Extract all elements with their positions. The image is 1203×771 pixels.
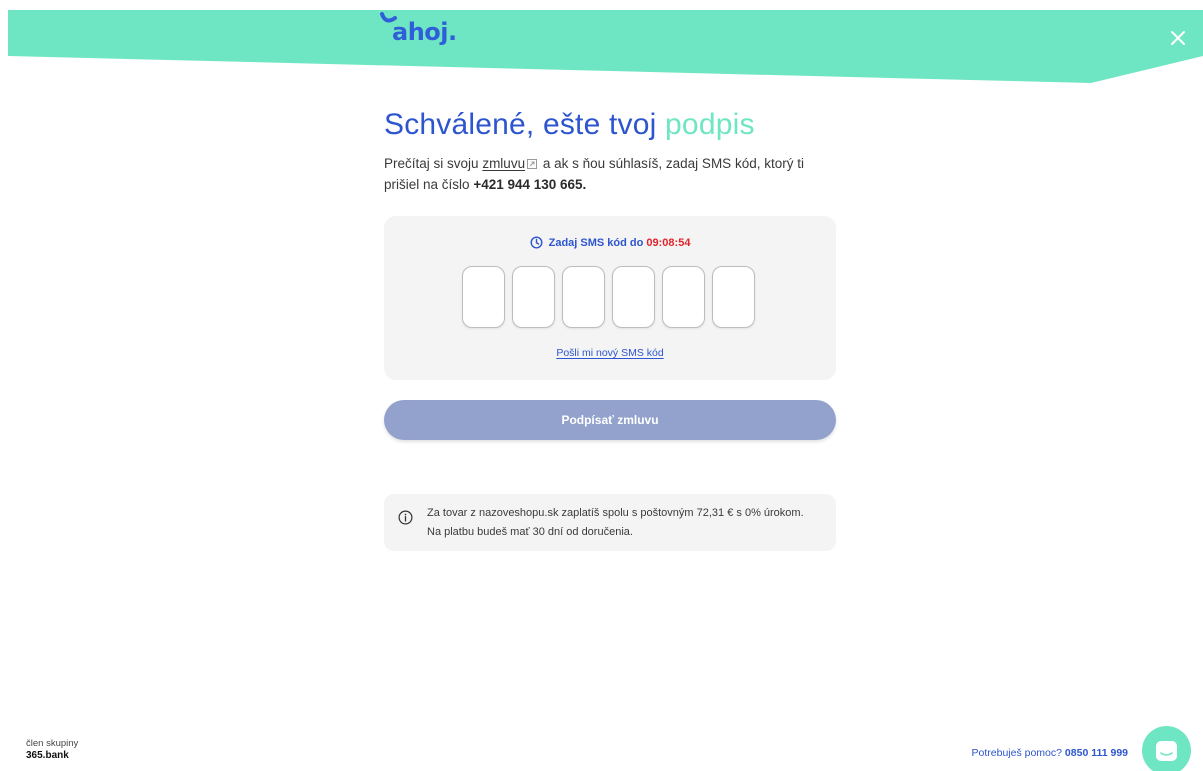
page-title-main: Schválené, ešte tvoj: [384, 108, 657, 141]
timer-label: Zadaj SMS kód do: [548, 237, 644, 249]
chat-icon: [1156, 741, 1177, 761]
group-membership: člen skupiny 365.bank: [26, 738, 78, 762]
header-band: [8, 10, 1203, 84]
main-content: Schválené, ešte tvoj podpis Prečítaj si …: [384, 106, 836, 195]
sms-timer: Zadaj SMS kód do 09:08:54: [384, 236, 836, 250]
phone-number: +421 944 130 665.: [473, 177, 587, 192]
close-icon: [1171, 31, 1185, 45]
instructions-text: Prečítaj si svoju zmluvu a ak s ňou súhl…: [384, 153, 824, 195]
sms-code-digit-4[interactable]: [612, 266, 655, 328]
sms-code-digit-1[interactable]: [462, 266, 505, 328]
group-label: člen skupiny: [26, 738, 79, 749]
clock-icon: [530, 236, 543, 249]
help-contact: Potrebuješ pomoc? 0850 111 999: [972, 747, 1128, 759]
ahoj-logo[interactable]: ahoj.: [380, 12, 457, 46]
sms-code-digit-3[interactable]: [562, 266, 605, 328]
sms-code-digit-6[interactable]: [712, 266, 755, 328]
sms-code-digit-2[interactable]: [512, 266, 555, 328]
page-title: Schválené, ešte tvoj podpis: [384, 106, 836, 144]
close-button[interactable]: [1165, 25, 1191, 51]
payment-info-card: Za tovar z nazoveshopu.sk zaplatíš spolu…: [384, 494, 836, 551]
timer-countdown: 09:08:54: [646, 237, 691, 249]
contract-link[interactable]: zmluvu: [482, 156, 525, 171]
group-bank-name: 365.bank: [26, 750, 69, 761]
help-phone-link[interactable]: 0850 111 999: [1065, 747, 1128, 759]
lead-before: Prečítaj si svoju: [384, 156, 479, 171]
sign-contract-button[interactable]: Podpísať zmluvu: [384, 400, 836, 440]
resend-sms-link[interactable]: Pošli mi nový SMS kód: [384, 347, 836, 359]
info-icon: [398, 510, 413, 525]
logo-mark-icon: [380, 12, 397, 23]
sms-code-digit-5[interactable]: [662, 266, 705, 328]
external-link-icon: [527, 159, 538, 169]
page-title-accent: podpis: [665, 108, 755, 141]
sms-code-card: Zadaj SMS kód do 09:08:54 Pošli mi nový …: [384, 216, 836, 380]
chat-button[interactable]: [1142, 726, 1191, 771]
sms-code-inputs: [462, 266, 755, 328]
payment-info-text: Za tovar z nazoveshopu.sk zaplatíš spolu…: [427, 507, 804, 538]
help-label: Potrebuješ pomoc?: [971, 747, 1062, 759]
